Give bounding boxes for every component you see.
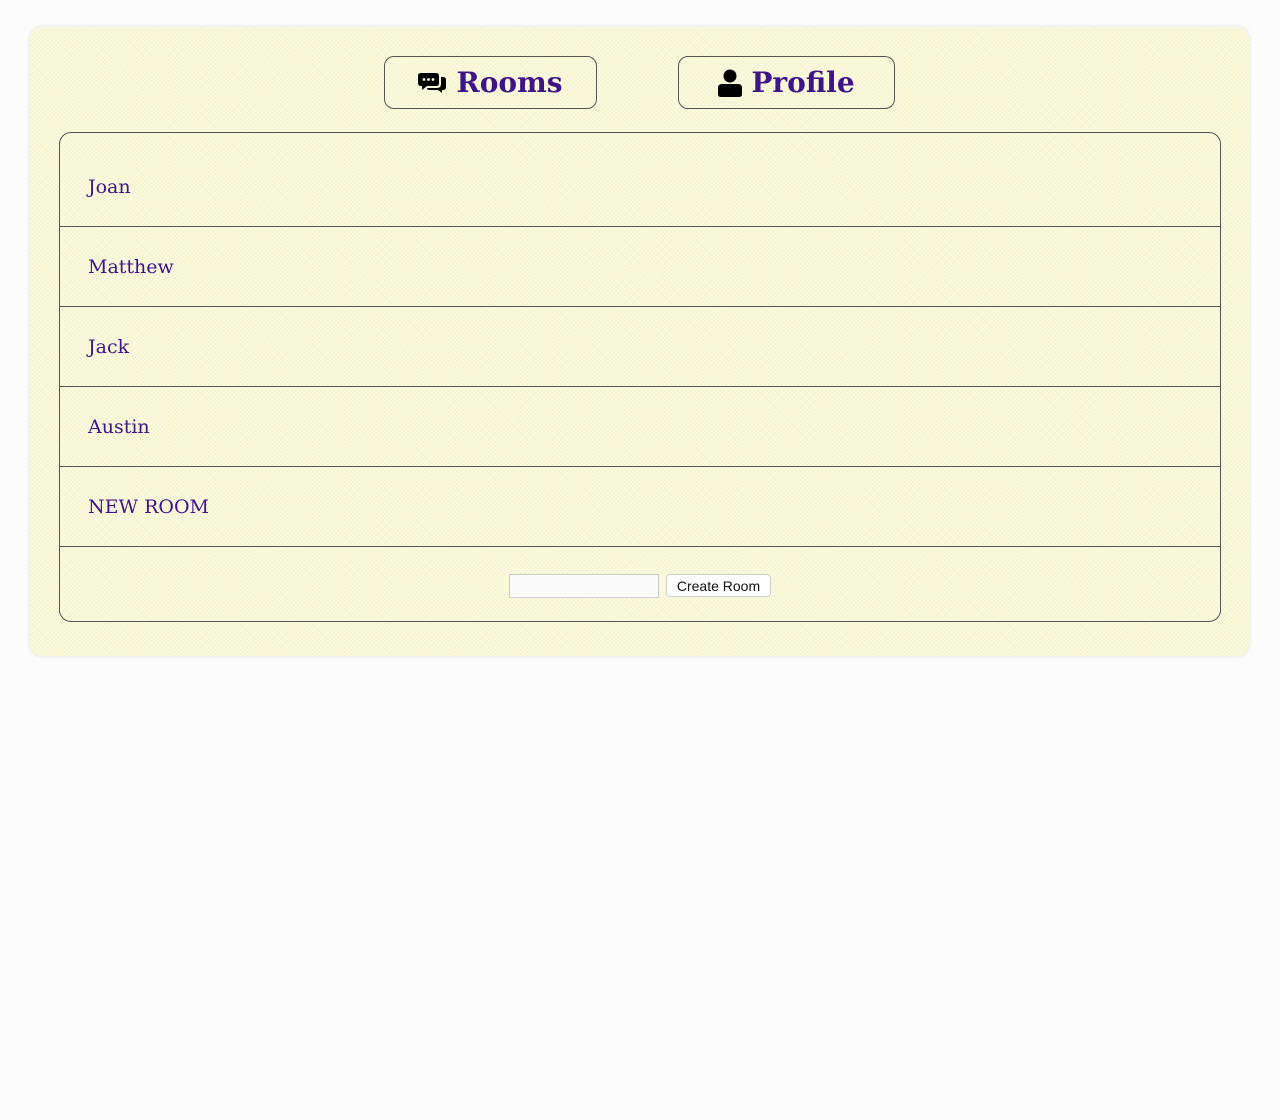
- user-icon: [718, 69, 743, 97]
- profile-button-label: Profile: [751, 66, 855, 99]
- rooms-button[interactable]: Rooms: [384, 56, 597, 109]
- room-name: Matthew: [88, 255, 174, 278]
- room-list: Joan Matthew Jack Austin NEW ROOM Create…: [59, 132, 1221, 622]
- create-room-form: Create Room: [60, 547, 1220, 621]
- comments-icon: [418, 72, 447, 94]
- room-item[interactable]: Austin: [60, 387, 1220, 467]
- room-name: Jack: [88, 335, 130, 358]
- room-item[interactable]: Matthew: [60, 227, 1220, 307]
- main-panel: Rooms Profile Joan Matthew Jack Austin N…: [30, 27, 1249, 656]
- room-item[interactable]: NEW ROOM: [60, 467, 1220, 547]
- rooms-button-label: Rooms: [456, 66, 563, 99]
- room-name: Austin: [88, 415, 150, 438]
- room-name: Joan: [88, 175, 131, 198]
- profile-button[interactable]: Profile: [678, 56, 895, 109]
- room-item[interactable]: Joan: [60, 133, 1220, 227]
- room-name-input[interactable]: [508, 573, 659, 598]
- room-name: NEW ROOM: [88, 495, 209, 518]
- room-item[interactable]: Jack: [60, 307, 1220, 387]
- create-room-button[interactable]: Create Room: [665, 574, 772, 597]
